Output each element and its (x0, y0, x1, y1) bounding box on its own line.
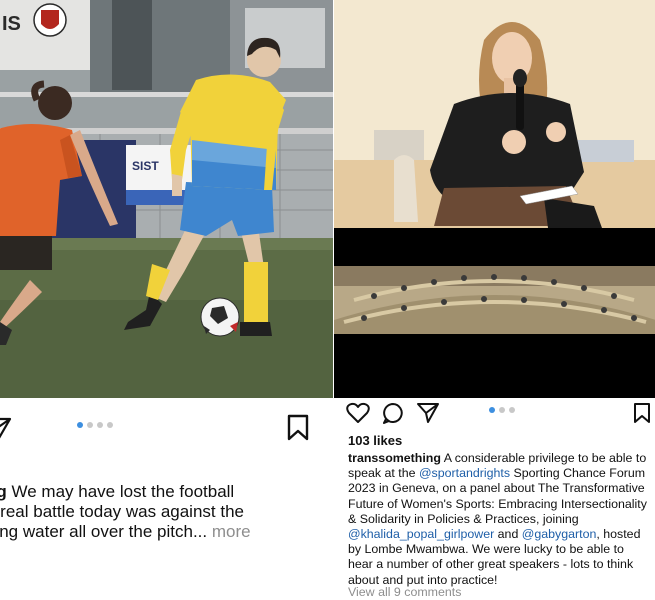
comment-bubble-icon[interactable] (382, 402, 404, 429)
football (200, 297, 240, 337)
carousel-dot (509, 407, 515, 413)
left-post: IS SIST g We may have lost the football … (0, 0, 333, 600)
right-caption: transsomething A considerable privilege … (348, 451, 652, 588)
view-all-comments-link[interactable]: View all 9 comments (348, 585, 461, 599)
right-post: 103 likes transsomething A considerable … (333, 0, 655, 600)
more-link[interactable]: more (212, 522, 251, 541)
conference-photo[interactable] (334, 0, 655, 398)
right-caption-username[interactable]: transsomething (348, 451, 441, 465)
left-caption-line-1: We may have lost the football (11, 482, 235, 501)
left-caption-line-2: e real battle today was against the (0, 502, 244, 521)
conference-illustration (334, 0, 655, 398)
left-caption-line-3: ding water all over the pitch... (0, 522, 208, 541)
right-action-bar (334, 398, 655, 428)
carousel-dot (87, 422, 93, 428)
left-caption: ng We may have lost the football e real … (0, 482, 326, 542)
ad-board-text: SIST (132, 159, 159, 173)
carousel-dot (97, 422, 103, 428)
bookmark-outline-icon[interactable] (633, 402, 651, 429)
mention-sportandrights[interactable]: @sportandrights (419, 466, 510, 480)
bookmark-outline-icon[interactable] (286, 414, 310, 446)
carousel-dot-active (489, 407, 495, 413)
football-match-illustration: IS SIST (0, 0, 333, 398)
caption-text-3: and (494, 527, 522, 542)
carousel-dot (107, 422, 113, 428)
left-action-bar (0, 398, 333, 441)
left-carousel-dots (77, 422, 113, 428)
carousel-dot-active (77, 422, 83, 428)
right-carousel-dots (489, 407, 515, 413)
banner-text-fragment: IS (2, 13, 21, 35)
paper-plane-icon[interactable] (416, 402, 440, 429)
likes-count[interactable]: 103 likes (348, 433, 402, 448)
football-match-photo[interactable]: IS SIST (0, 0, 333, 398)
paper-plane-icon[interactable] (0, 416, 12, 445)
heart-outline-icon[interactable] (346, 402, 370, 429)
left-caption-username[interactable]: ng (0, 482, 7, 501)
mention-gabygarton[interactable]: @gabygarton (522, 527, 597, 541)
mention-khalida-popal[interactable]: @khalida_popal_girlpower (348, 527, 494, 541)
carousel-dot (499, 407, 505, 413)
